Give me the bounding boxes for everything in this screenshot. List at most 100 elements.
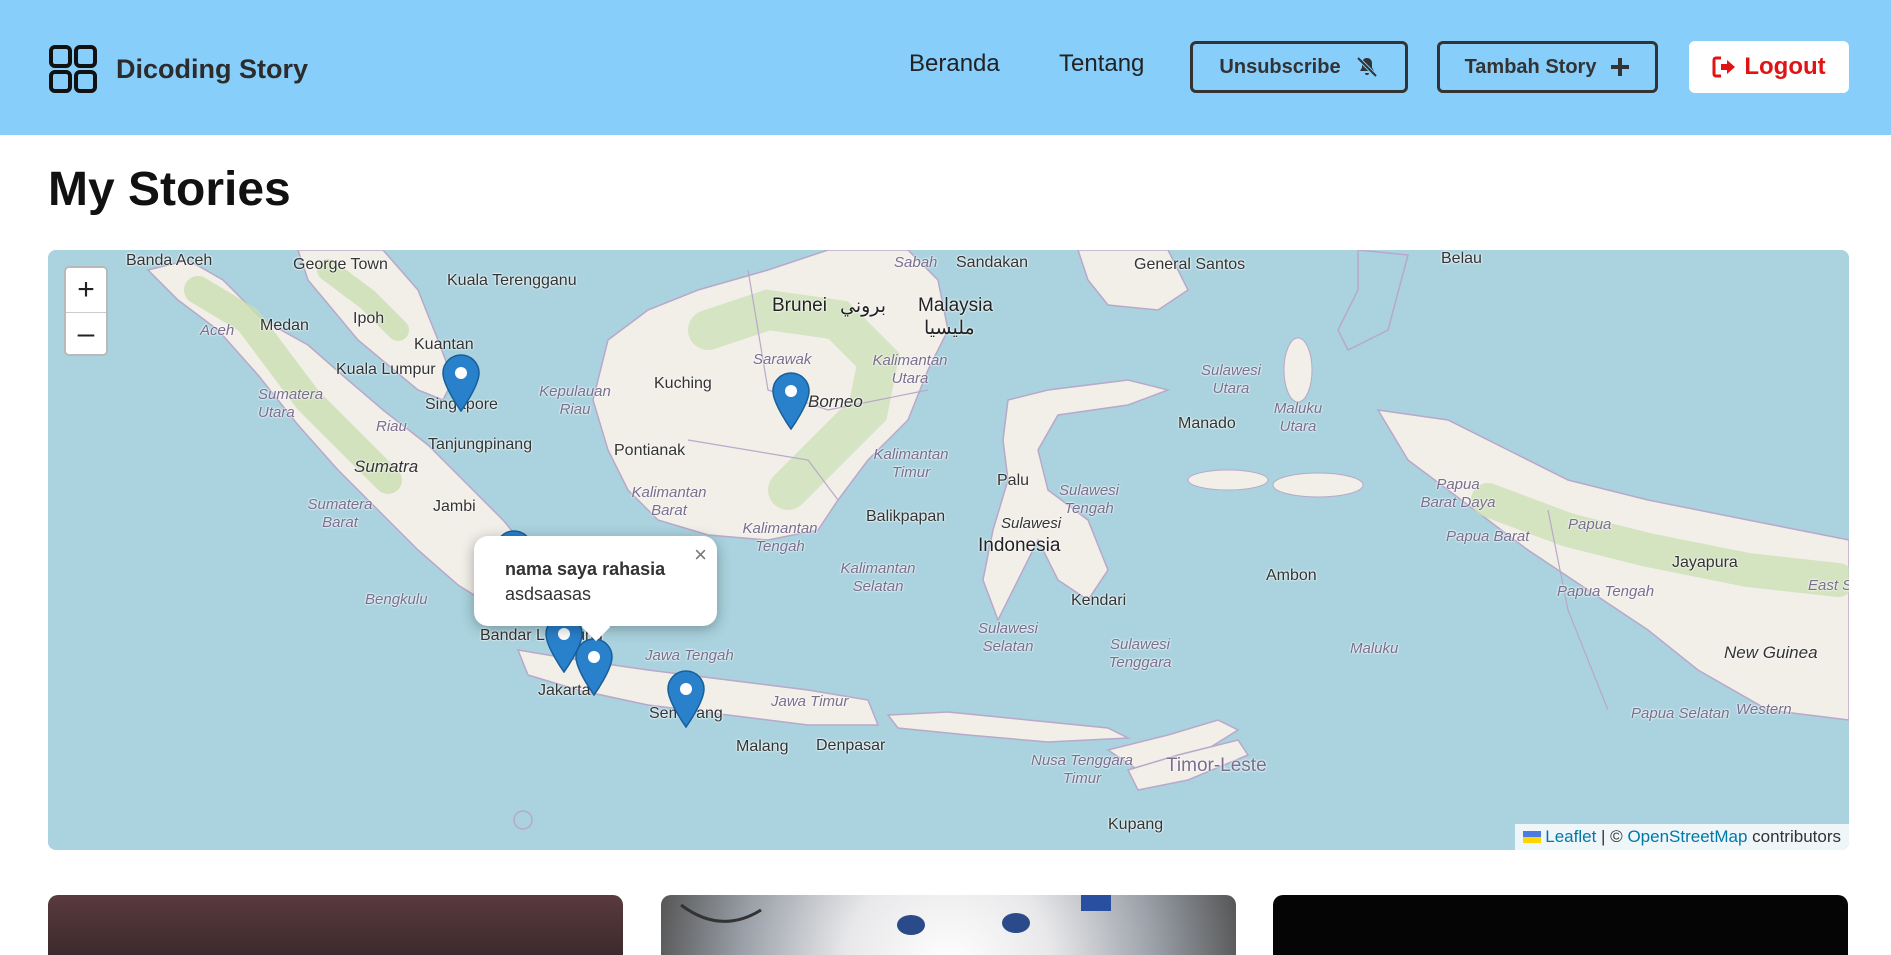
map-label-general-santos: General Santos [1134,256,1246,273]
attribution-suffix: contributors [1747,827,1841,846]
map-label-kalimantan-barat: Kalimantan Barat [631,484,707,519]
map-label-kuching: Kuching [654,375,712,392]
sign-out-icon [1712,56,1736,78]
plus-icon [1611,58,1630,76]
map-label-tanjungpinang: Tanjungpinang [428,436,533,453]
map-label-kalimantan-utara: Kalimantan Utara [872,352,948,387]
story-card-image[interactable] [1273,895,1848,955]
cat-photo-illustration [680,895,1111,935]
map-label-kendari: Kendari [1071,592,1127,609]
page-title: My Stories [48,163,291,216]
map-label-sumatera-barat: Sumatera Barat [307,496,373,531]
brand[interactable]: Dicoding Story [48,44,308,94]
map-label-ambon: Ambon [1266,567,1317,584]
popup-description: asdsaasas [505,584,592,604]
map-marker-borneo[interactable] [772,372,810,430]
map-label-aceh: Aceh [200,322,235,339]
map-label-papua-barat: Papua Barat [1446,528,1530,545]
story-card-image[interactable] [48,895,623,955]
map-label-sumatera-utara: Sumatera Utara [258,386,324,421]
unsubscribe-label: Unsubscribe [1219,55,1341,78]
add-story-button[interactable]: Tambah Story [1437,41,1658,93]
map-label-manado: Manado [1178,415,1236,432]
map-label-papua-barat-daya: Papua Barat Daya [1420,476,1496,511]
leaflet-link[interactable]: Leaflet [1545,827,1596,847]
ukraine-flag-icon [1523,831,1542,843]
popup-title: nama saya rahasia [505,559,666,579]
map-tiles [48,250,1849,850]
map-label-new-guinea: New Guinea [1724,643,1818,662]
map-label-papua-tengah: Papua Tengah [1557,583,1655,600]
logout-button[interactable]: Logout [1689,41,1849,93]
map-label-maluku: Maluku [1350,640,1399,657]
map-label-borneo: Borneo [808,392,863,411]
map-label-medan: Medan [260,317,309,334]
map-label-riau: Riau [376,418,407,435]
map-label-timor-leste: Timor-Leste [1166,755,1267,776]
map-label-nusa-tenggara-timur: Nusa Tenggara Timur [1030,752,1134,787]
map-label-balikpapan: Balikpapan [866,508,946,525]
zoom-in-button[interactable]: + [66,268,106,312]
map-label-jawa-timur: Jawa Timur [771,693,849,710]
map-label-belau: Belau [1441,250,1482,267]
logout-label: Logout [1744,53,1826,80]
map-label-sarawak: Sarawak [753,351,812,368]
map-label-malang: Malang [736,738,789,755]
map-label-brunei-ar: بروني [840,296,887,317]
zoom-control: + – [64,266,108,356]
map-label-palu: Palu [997,472,1030,489]
map-label-jambi: Jambi [433,498,476,515]
map-label-kalimantan-timur: Kalimantan Timur [873,446,949,481]
map-popup: nama saya rahasia asdsaasas × [474,536,717,642]
attribution-separator: | © [1596,827,1628,846]
map-label-pontianak: Pontianak [614,442,686,459]
map-label-sumatra: Sumatra [354,457,419,476]
map-label-sandakan: Sandakan [956,254,1029,271]
map-label-sulawesi-utara: Sulawesi Utara [1200,362,1262,397]
map-label-kuala-lumpur: Kuala Lumpur [336,361,436,378]
map-marker-bandung[interactable] [575,638,613,696]
map-label-sulawesi-selatan: Sulawesi Selatan [977,620,1039,655]
openstreetmap-link[interactable]: OpenStreetMap [1627,827,1747,847]
map-label-sabah: Sabah [894,254,938,271]
bell-slash-icon [1356,56,1377,78]
nav-link-beranda[interactable]: Beranda [909,50,1000,78]
grid-logo-icon [49,45,97,93]
stories-map[interactable]: Banda Aceh George Town Kuala Terengganu … [48,250,1849,850]
map-label-malaysia-ar: مليسيا [924,318,975,339]
add-story-label: Tambah Story [1464,55,1597,78]
story-card-image[interactable] [661,895,1236,955]
map-label-kupang: Kupang [1108,816,1164,833]
map-label-kepulauan-riau: Kepulauan Riau [539,383,611,418]
map-marker-singapore[interactable] [442,354,480,412]
nav-link-tentang[interactable]: Tentang [1059,50,1144,78]
map-label-denpasar: Denpasar [816,737,886,754]
map-label-ipoh: Ipoh [353,310,385,327]
map-label-kalimantan-selatan: Kalimantan Selatan [840,560,916,595]
map-label-east-sepik: East Sep [1808,577,1849,594]
map-label-bengkulu: Bengkulu [365,591,428,608]
map-label-jayapura: Jayapura [1672,554,1738,571]
map-label-banda-aceh: Banda Aceh [126,252,213,269]
map-label-kalimantan-tengah: Kalimantan Tengah [742,520,818,555]
map-label-sulawesi-tenggara: Sulawesi Tenggara [1108,636,1172,671]
map-label-sulawesi: Sulawesi [1001,515,1062,532]
zoom-out-button[interactable]: – [66,312,106,355]
map-label-brunei: Brunei [772,295,827,316]
map-label-george-town: George Town [293,256,388,273]
map-label-sulawesi-tengah: Sulawesi Tengah [1058,482,1120,517]
map-label-malaysia: Malaysia [918,295,993,316]
map-label-papua: Papua [1568,516,1612,533]
map-marker-semarang[interactable] [667,670,705,728]
map-label-kuala-terengganu: Kuala Terengganu [447,272,577,289]
app-header: Dicoding Story Beranda Tentang Unsubscri… [0,0,1891,135]
map-label-jawa-tengah: Jawa Tengah [645,647,734,664]
popup-close-button[interactable]: × [694,542,707,568]
brand-title: Dicoding Story [116,53,309,84]
map-label-western: Western [1736,701,1792,718]
unsubscribe-button[interactable]: Unsubscribe [1190,41,1408,93]
map-label-indonesia: Indonesia [978,535,1061,556]
map-label-kuantan: Kuantan [414,336,474,353]
map-label-maluku-utara: Maluku Utara [1273,400,1323,435]
map-label-papua-selatan: Papua Selatan [1631,705,1730,722]
